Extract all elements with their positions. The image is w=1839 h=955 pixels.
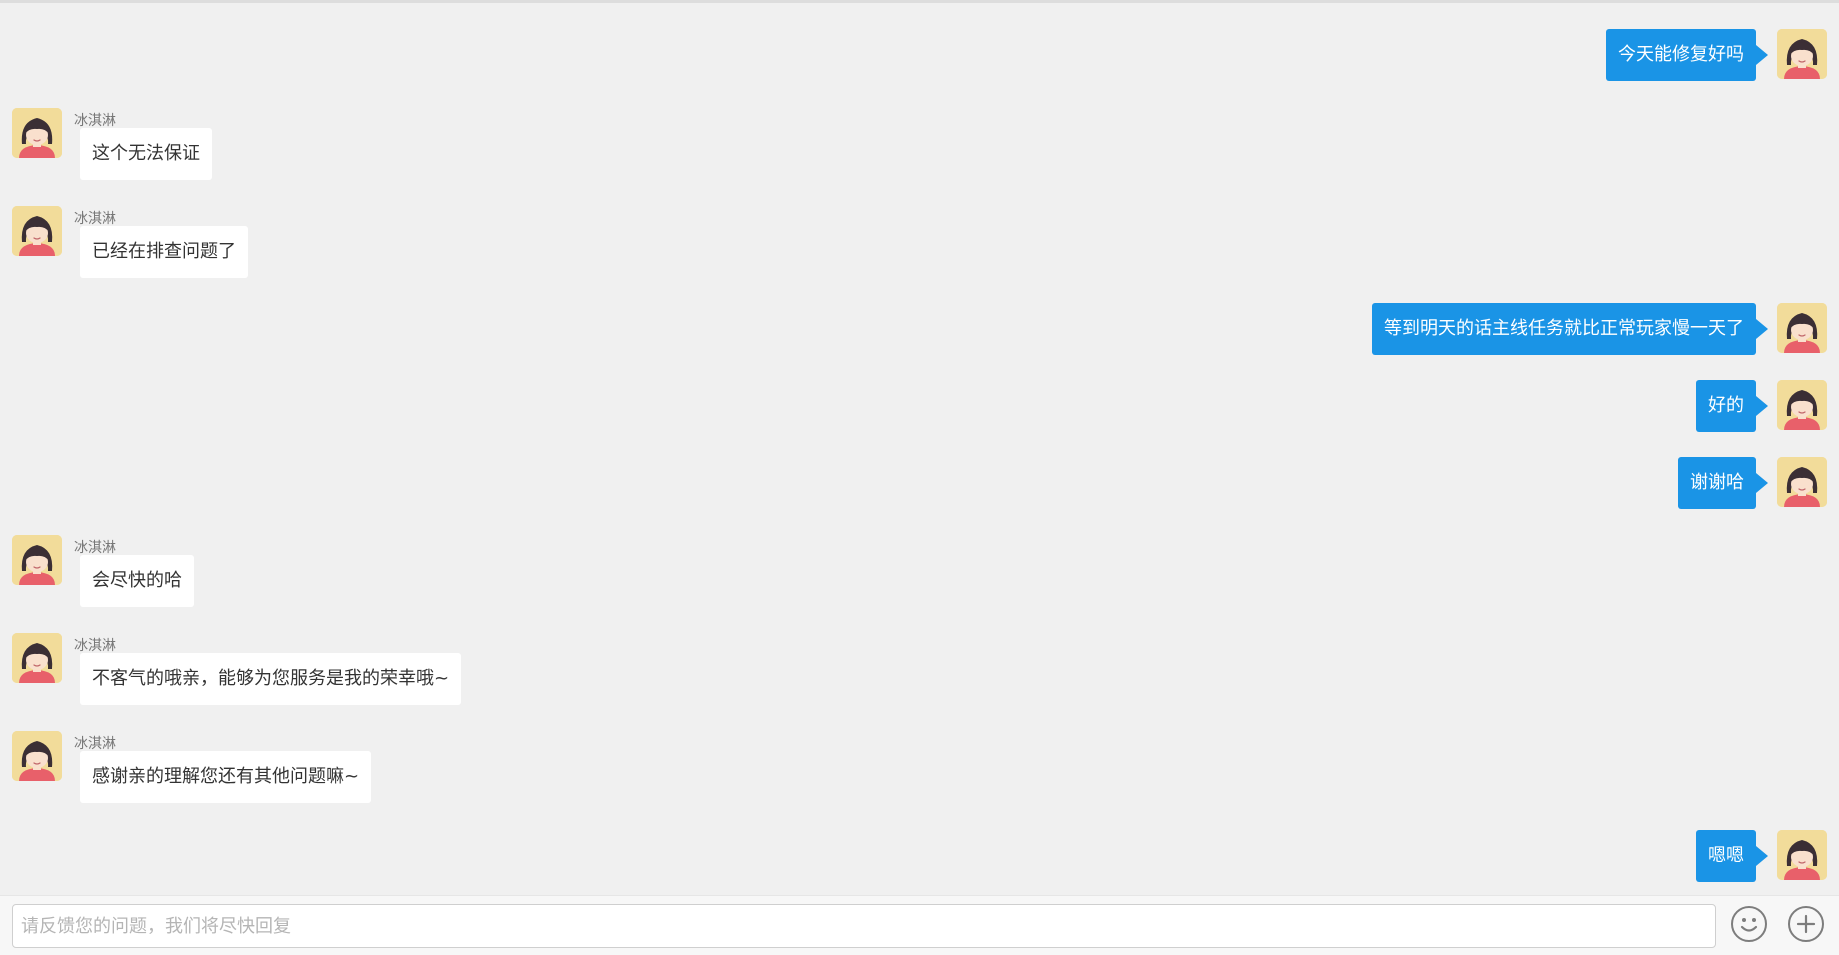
message-input[interactable]	[12, 904, 1716, 948]
girl-avatar-icon	[1777, 303, 1827, 353]
other-message-bubble: 这个无法保证	[80, 128, 212, 180]
girl-avatar-icon	[1777, 29, 1827, 79]
girl-avatar-icon	[1777, 380, 1827, 430]
sender-name: 冰淇淋	[74, 113, 116, 129]
other-message-bubble: 已经在排查问题了	[80, 226, 248, 278]
sender-name: 冰淇淋	[74, 211, 116, 227]
self-message-bubble: 谢谢哈	[1678, 457, 1768, 509]
self-message-bubble: 等到明天的话主线任务就比正常玩家慢一天了	[1372, 303, 1768, 355]
girl-avatar-icon	[12, 633, 62, 683]
other-message-bubble: 不客气的哦亲，能够为您服务是我的荣幸哦~	[80, 653, 462, 705]
chat-message-list[interactable]: 今天能修复好吗 冰淇淋 这个无法保证 冰淇淋 已经在排查问题了 等到明天的话主线…	[0, 3, 1839, 895]
sender-name: 冰淇淋	[74, 638, 116, 654]
girl-avatar-icon	[12, 731, 62, 781]
other-message-bubble: 感谢亲的理解您还有其他问题嘛~	[80, 751, 372, 803]
girl-avatar-icon	[1777, 457, 1827, 507]
sender-name: 冰淇淋	[74, 736, 116, 752]
girl-avatar-icon	[12, 535, 62, 585]
emoji-button[interactable]	[1731, 906, 1767, 942]
self-message-bubble: 今天能修复好吗	[1606, 29, 1768, 81]
girl-avatar-icon	[12, 108, 62, 158]
add-attachment-button[interactable]	[1788, 906, 1824, 942]
plus-icon	[1790, 908, 1822, 940]
self-message-bubble: 好的	[1696, 380, 1768, 432]
message-composer	[0, 895, 1839, 955]
other-message-bubble: 会尽快的哈	[80, 555, 194, 607]
sender-name: 冰淇淋	[74, 540, 116, 556]
self-message-bubble: 嗯嗯	[1696, 830, 1768, 882]
girl-avatar-icon	[1777, 830, 1827, 880]
girl-avatar-icon	[12, 206, 62, 256]
smiley-face-icon	[1733, 908, 1765, 940]
